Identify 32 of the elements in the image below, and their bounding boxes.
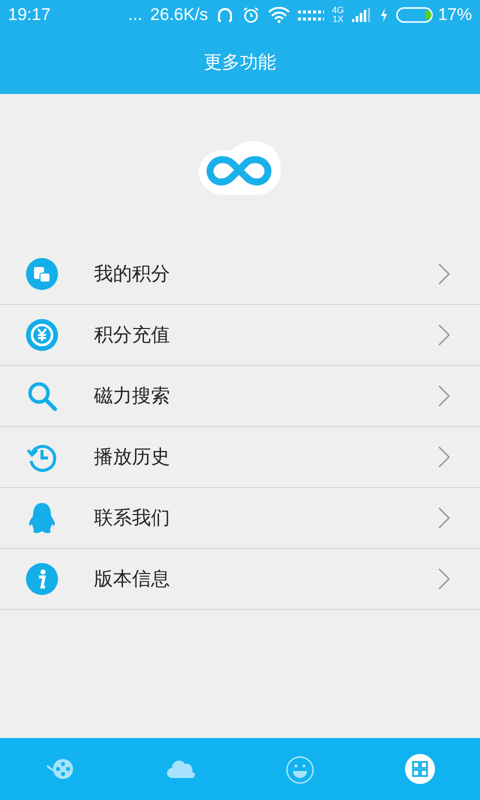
info-icon xyxy=(26,563,58,595)
page-title: 更多功能 xyxy=(204,50,276,74)
penguin-icon xyxy=(26,502,58,534)
signal-icon xyxy=(298,8,324,22)
wifi-icon xyxy=(268,7,290,23)
menu-item[interactable]: 播放历史 xyxy=(0,427,480,488)
clock-time: 19:17 xyxy=(8,4,51,26)
network-speed: 26.6K/s xyxy=(150,4,208,26)
chevron-right-icon xyxy=(438,324,450,346)
charging-icon xyxy=(380,8,388,22)
alarm-clock-icon xyxy=(242,6,260,24)
chevron-right-icon xyxy=(438,507,450,529)
menu-item[interactable]: 版本信息 xyxy=(0,549,480,610)
menu-item[interactable]: 联系我们 xyxy=(0,488,480,549)
chevron-right-icon xyxy=(438,385,450,407)
headphones-icon xyxy=(216,6,234,24)
search-icon xyxy=(26,380,58,412)
menu-item[interactable]: 我的积分 xyxy=(0,244,480,305)
battery-percent: 17% xyxy=(438,4,472,26)
chevron-right-icon xyxy=(438,263,450,285)
more-dots: ... xyxy=(128,4,142,26)
smiley-icon xyxy=(284,754,316,784)
network-type: 4G xyxy=(332,6,344,15)
battery-icon xyxy=(396,7,434,23)
menu-item[interactable]: 磁力搜索 xyxy=(0,366,480,427)
chevron-right-icon xyxy=(438,446,450,468)
signal-bars-icon xyxy=(352,8,372,22)
cloud-logo-icon xyxy=(197,138,283,198)
menu-item[interactable]: 积分充值 xyxy=(0,305,480,366)
grid-icon xyxy=(404,754,436,784)
network-type: 1X xyxy=(332,15,344,24)
chevron-right-icon xyxy=(438,568,450,590)
